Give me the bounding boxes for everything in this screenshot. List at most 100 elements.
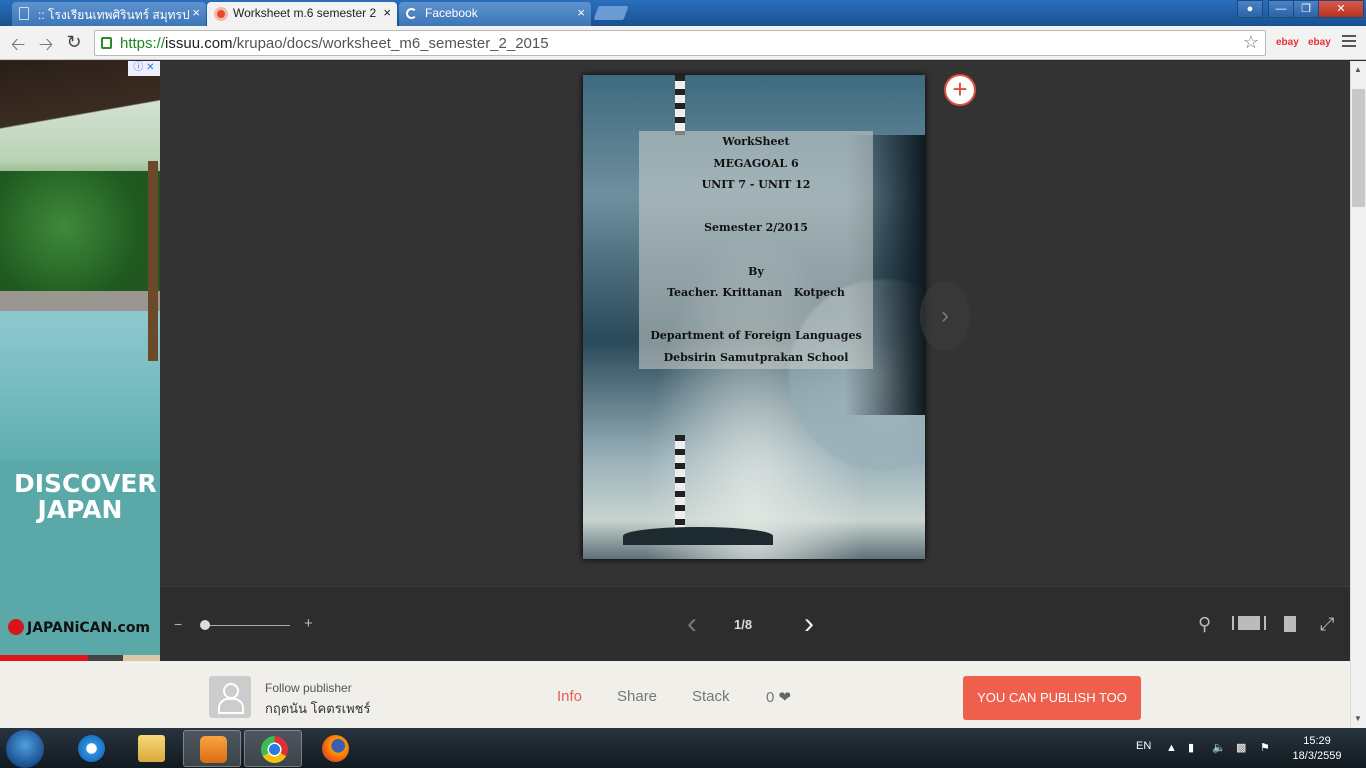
profile-button[interactable]: ● [1237, 0, 1263, 18]
cover-line: UNIT 7 - UNIT 12 [701, 178, 811, 192]
cover-line [639, 196, 873, 218]
scroll-up-icon[interactable]: ▲ [1354, 65, 1362, 74]
lighthouse-bottom [675, 435, 685, 535]
scrollbar-thumb[interactable] [1352, 89, 1365, 207]
document-page[interactable]: WorkSheet MEGAGOAL 6 UNIT 7 - UNIT 12 Se… [583, 75, 925, 559]
zoom-out-icon[interactable]: − [174, 616, 182, 632]
address-bar[interactable]: https://issuu.com/krupao/docs/worksheet_… [94, 30, 1266, 56]
ebay-extension-icon[interactable]: ebay [1308, 37, 1331, 48]
tab-debsirin[interactable]: :: โรงเรียนเทพศิรินทร์ สมุทรป × [12, 2, 206, 26]
cover-line: Teacher. Krittanan Kotpech [667, 286, 845, 300]
next-page-icon[interactable]: › [804, 607, 814, 641]
ebay-extension-icon[interactable]: ebay [1276, 37, 1299, 48]
cover-line: Semester 2/2015 [704, 221, 808, 235]
cover-textbox: WorkSheet MEGAGOAL 6 UNIT 7 - UNIT 12 Se… [639, 131, 873, 369]
clock[interactable]: 15:29 18/3/2559 [1292, 734, 1342, 764]
follow-label[interactable]: Follow publisher [265, 681, 352, 695]
tab-share[interactable]: Share [617, 688, 657, 705]
folder-icon [138, 735, 165, 762]
cover-line: By [748, 264, 764, 278]
tab-info[interactable]: Info [557, 688, 582, 705]
tab-worksheet[interactable]: Worksheet m.6 semester 2 × [207, 2, 397, 26]
browser-titlebar: :: โรงเรียนเทพศิรินทร์ สมุทรป × Workshee… [0, 0, 1366, 26]
taskbar-firefox[interactable] [306, 730, 364, 767]
new-tab-button[interactable] [593, 6, 629, 20]
clock-date: 18/3/2559 [1292, 750, 1342, 762]
tab-label: Worksheet m.6 semester 2 [233, 6, 377, 20]
start-button[interactable] [6, 730, 44, 768]
previous-page-icon[interactable]: ‹ [687, 607, 697, 641]
single-page-icon[interactable] [1284, 616, 1296, 632]
tab-facebook[interactable]: Facebook × [399, 2, 591, 26]
ad-pole [148, 161, 158, 361]
minimize-button[interactable]: — [1268, 0, 1294, 18]
windows-taskbar: EN ▲ ▮ 🔈 ▩ ⚑ 15:29 18/3/2559 [0, 728, 1366, 768]
scroll-down-icon[interactable]: ▼ [1354, 714, 1362, 723]
ad-headline: DISCOVER JAPAN [14, 469, 157, 524]
brand-logo-icon [8, 619, 24, 635]
window-close-button[interactable]: ✕ [1318, 0, 1364, 18]
reload-icon[interactable]: ↻ [62, 32, 86, 53]
chrome-icon [261, 736, 288, 763]
likes-count[interactable]: 0 ❤ [766, 688, 791, 706]
close-icon[interactable]: × [577, 5, 585, 20]
publisher-name[interactable]: กฤตนัน โคตรเพชร์ [265, 698, 371, 719]
follow-publisher-icon[interactable] [209, 676, 251, 718]
ad-roof [0, 61, 160, 181]
zoom-slider-handle[interactable] [200, 620, 210, 630]
tab-label: Facebook [425, 6, 478, 20]
browser-toolbar: 🡠 🡢 ↻ https://issuu.com/krupao/docs/work… [0, 26, 1366, 60]
publish-button[interactable]: YOU CAN PUBLISH TOO [963, 676, 1141, 720]
action-center-flag-icon[interactable]: ⚑ [1260, 742, 1272, 754]
advertisement[interactable]: ⓘ ✕ DISCOVER JAPAN JAPANiCAN.com [0, 61, 160, 661]
publisher-bar: Follow publisher กฤตนัน โคตรเพชร์ Info S… [0, 661, 1350, 728]
issuu-icon [214, 7, 228, 21]
ad-brand: JAPANiCAN.com [8, 619, 150, 636]
back-icon[interactable]: 🡠 [6, 32, 30, 62]
page-indicator: 1/8 [734, 617, 753, 632]
menu-icon[interactable] [1342, 35, 1356, 47]
page-icon [19, 7, 29, 20]
taskbar-explorer[interactable] [122, 730, 180, 767]
language-indicator[interactable]: EN [1136, 740, 1151, 752]
bookmark-star-icon[interactable]: ☆ [1243, 32, 1259, 53]
reader-controls: − + ‹ 1/8 › ⚲ ⤢ [160, 586, 1350, 661]
tray-expand-icon[interactable]: ▲ [1166, 742, 1178, 754]
battery-icon[interactable]: ▮ [1188, 742, 1200, 754]
cover-line [639, 239, 873, 261]
close-icon[interactable]: × [192, 5, 200, 20]
ad-water [0, 311, 160, 461]
cover-line [639, 304, 873, 326]
network-icon[interactable]: ▩ [1236, 742, 1248, 754]
adchoices-icon[interactable]: ⓘ ✕ [128, 61, 160, 76]
spread-view-icon[interactable] [1232, 616, 1266, 630]
next-page-overlay-icon[interactable]: › [920, 281, 970, 351]
forward-icon[interactable]: 🡢 [34, 32, 58, 62]
tab-label: :: โรงเรียนเทพศิรินทร์ สมุทรป [38, 8, 190, 22]
cover-line: Debsirin Samutprakan School [663, 350, 849, 364]
zoom-in-icon[interactable]: + [304, 615, 313, 632]
firefox-icon [322, 735, 349, 762]
taskbar-media-player[interactable] [183, 730, 241, 767]
fullscreen-icon[interactable]: ⤢ [1320, 614, 1334, 635]
loading-icon [406, 8, 417, 19]
url-text[interactable]: https://issuu.com/krupao/docs/worksheet_… [120, 35, 549, 52]
cover-line: Department of Foreign Languages [650, 329, 862, 343]
ad-trees [0, 171, 160, 311]
page-scrollbar[interactable]: ▲ ▼ [1350, 61, 1366, 728]
taskbar-ie[interactable] [62, 730, 120, 767]
zoom-slider[interactable] [204, 625, 290, 626]
lighthouse-top [675, 75, 685, 135]
cover-line: MEGAGOAL 6 [713, 156, 799, 170]
island [623, 527, 773, 545]
close-icon[interactable]: × [383, 5, 391, 20]
restore-button[interactable]: ❐ [1293, 0, 1319, 18]
ie-icon [78, 735, 105, 762]
add-to-stack-icon[interactable]: + [944, 74, 976, 106]
volume-icon[interactable]: 🔈 [1212, 742, 1226, 754]
clock-time: 15:29 [1303, 735, 1331, 747]
tab-stack[interactable]: Stack [692, 688, 730, 705]
taskbar-chrome[interactable] [244, 730, 302, 767]
search-icon[interactable]: ⚲ [1198, 614, 1211, 635]
document-reader: WorkSheet MEGAGOAL 6 UNIT 7 - UNIT 12 Se… [160, 61, 1350, 586]
